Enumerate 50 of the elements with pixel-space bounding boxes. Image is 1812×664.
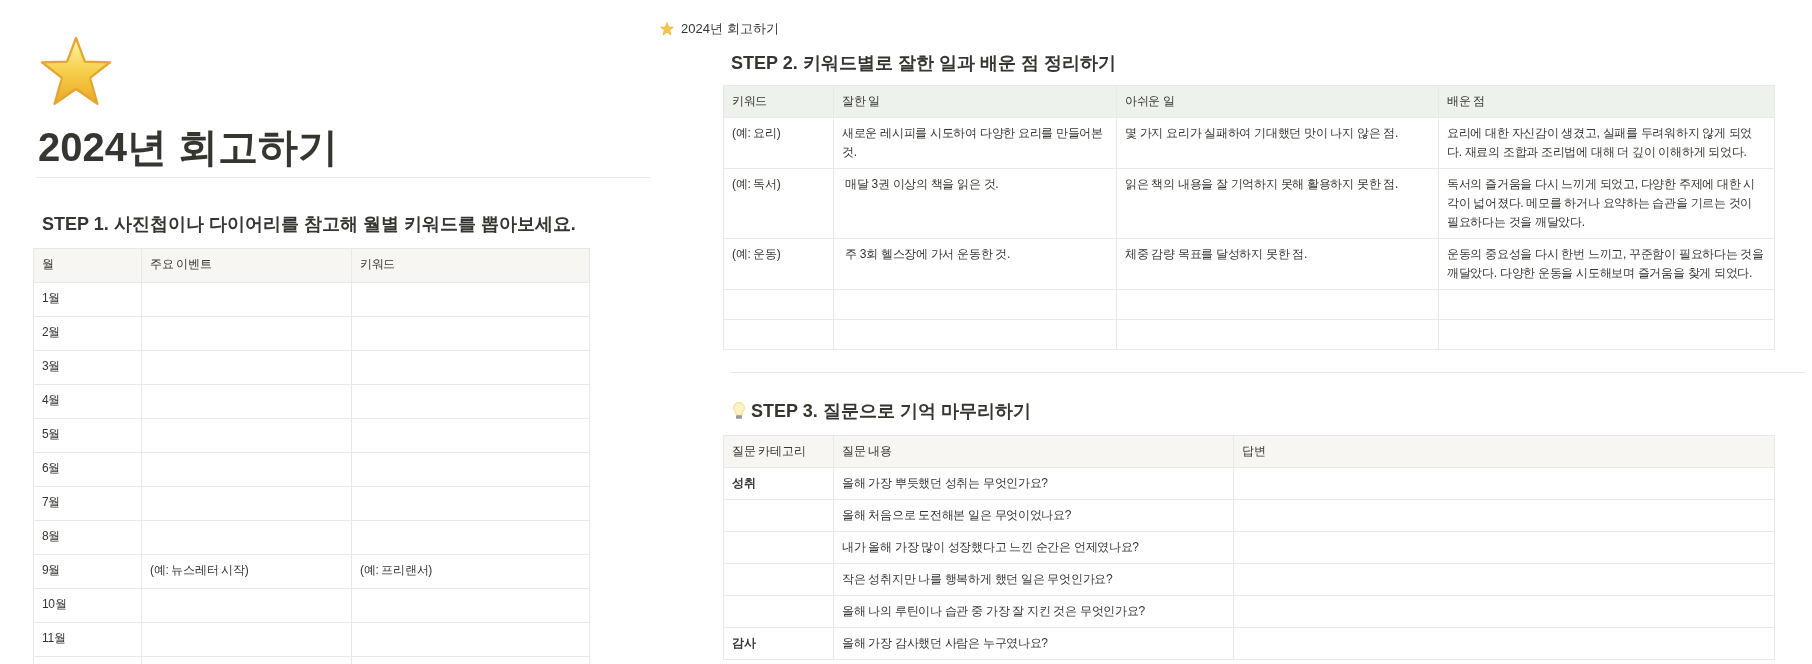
table-cell: 몇 가지 요리가 실패하여 기대했던 맛이 나지 않은 점. [1116,117,1439,169]
section-heading: STEP 2. 키워드별로 잘한 일과 배운 점 정리하기 [731,52,1117,75]
star-icon [660,22,674,36]
table-cell: 올해 가장 감사했던 사람은 누구였나요? [833,627,1234,660]
column-header: 잘한 일 [833,85,1117,118]
table-cell: 새로운 레시피를 시도하여 다양한 요리를 만들어본 것. [833,117,1117,169]
table-cell: 5월 [33,418,142,453]
table-cell: 6월 [33,452,142,487]
table-cell: (예: 운동) [723,238,834,290]
table-cell: (예: 프리랜서) [351,554,590,589]
column-header: 아쉬운 일 [1116,85,1439,118]
table-cell: 4월 [33,384,142,419]
table-cell: 매달 3권 이상의 책을 읽은 것. [833,168,1117,239]
table-cell: 체중 감량 목표를 달성하지 못한 점. [1116,238,1439,290]
table-cell: 올해 가장 뿌듯했던 성취는 무엇인가요? [833,467,1234,500]
column-header: 배운 점 [1438,85,1775,118]
table-cell: 성취 [723,467,834,500]
column-header: 답변 [1233,435,1775,468]
page-title: 2024년 회고하기 [38,124,340,171]
column-header: 키워드 [351,248,590,283]
table-cell: 1월 [33,282,142,317]
table-cell: 9월 [33,554,142,589]
table-cell: 올해 처음으로 도전해본 일은 무엇이었나요? [833,499,1234,532]
table-cell: 11월 [33,622,142,657]
table-cell: 작은 성취지만 나를 행복하게 했던 일은 무엇인가요? [833,563,1234,596]
table-cell: (예: 독서) [723,168,834,239]
table-cell: 운동의 중요성을 다시 한번 느끼고, 꾸준함이 필요하다는 것을 깨달았다. 다양한 운동을 시도해보며 즐거움을 찾게 되었다. [1438,238,1775,290]
table-cell: 내가 올해 가장 많이 성장했다고 느낀 순간은 언제였나요? [833,531,1234,564]
column-header: 질문 카테고리 [723,435,834,468]
table-cell: 10월 [33,588,142,623]
table-cell: (예: 요리) [723,117,834,169]
column-header: 주요 이벤트 [141,248,352,283]
table-cell: 3월 [33,350,142,385]
table-cell: 요리에 대한 자신감이 생겼고, 실패를 두려워하지 않게 되었다. 재료의 조합과 조리법에 대해 더 깊이 이해하게 되었다. [1438,117,1775,169]
column-header: 키워드 [723,85,834,118]
table-cell: 7월 [33,486,142,521]
column-header: 월 [33,248,142,283]
section-heading: STEP 1. 사진첩이나 다이어리를 참고해 월별 키워드를 뽑아보세요. [42,213,577,236]
table-cell: 읽은 책의 내용을 잘 기억하지 못해 활용하지 못한 점. [1116,168,1439,239]
table-cell: 2월 [33,316,142,351]
lightbulb-icon [733,402,745,420]
section-heading: STEP 3. 질문으로 기억 마무리하기 [751,400,1031,423]
table-cell: 감사 [723,627,834,660]
table-cell: 독서의 즐거움을 다시 느끼게 되었고, 다양한 주제에 대한 시각이 넓어졌다. 메모를 하거나 요약하는 습관을 기르는 것이 필요하다는 것을 깨달았다. [1438,168,1775,239]
table-cell: 8월 [33,520,142,555]
table-cell: 주 3회 헬스장에 가서 운동한 것. [833,238,1117,290]
breadcrumb-link[interactable]: 2024년 회고하기 [681,20,779,38]
table-cell: (예: 뉴스레터 시작) [141,554,352,589]
table-cell: 올해 나의 루틴이나 습관 중 가장 잘 지킨 것은 무엇인가요? [833,595,1234,628]
column-header: 질문 내용 [833,435,1234,468]
